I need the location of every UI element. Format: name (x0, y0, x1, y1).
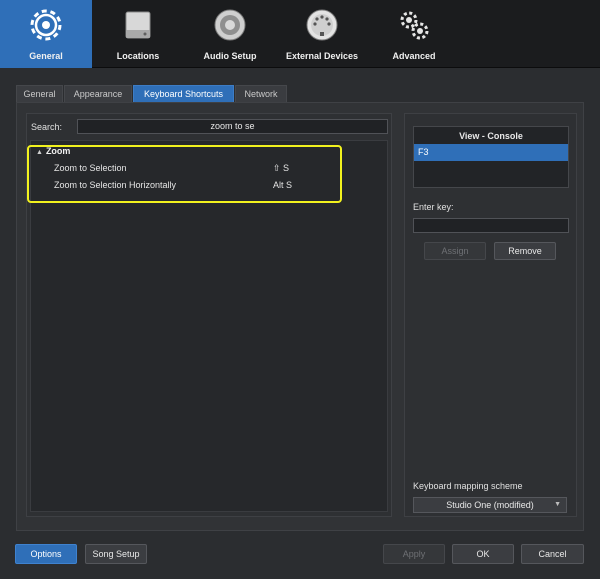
remove-button[interactable]: Remove (494, 242, 556, 260)
toolbar-external-devices-label: External Devices (285, 51, 359, 61)
keyboard-mapping-label: Keyboard mapping scheme (413, 481, 523, 491)
tab-keyboard-shortcuts[interactable]: Keyboard Shortcuts (133, 85, 234, 102)
keyboard-mapping-value: Studio One (modified) (446, 500, 534, 510)
toolbar-general-label: General (29, 51, 63, 61)
options-button[interactable]: Options (15, 544, 77, 564)
ok-button[interactable]: OK (452, 544, 514, 564)
toolbar-external-devices[interactable]: External Devices (276, 0, 368, 68)
toolbar-general[interactable]: General (0, 0, 92, 68)
assigned-key-item[interactable]: F3 (414, 144, 568, 161)
cancel-button[interactable]: Cancel (521, 544, 584, 564)
toolbar-locations-label: Locations (116, 51, 160, 61)
speaker-icon (214, 9, 246, 41)
search-input[interactable]: zoom to se (77, 119, 388, 134)
apply-button[interactable]: Apply (383, 544, 445, 564)
toolbar-audio-setup[interactable]: Audio Setup (184, 0, 276, 68)
context-title: View - Console (459, 131, 523, 141)
chevron-down-icon: ▼ (554, 501, 561, 508)
search-label: Search: (31, 122, 63, 132)
keyboard-mapping-select[interactable]: Studio One (modified) ▼ (413, 497, 567, 513)
toolbar-advanced-label: Advanced (392, 51, 436, 61)
gears-icon (400, 11, 429, 40)
context-list[interactable]: View - Console F3 (413, 126, 569, 188)
drive-icon (125, 11, 151, 39)
enter-key-input[interactable] (413, 218, 569, 233)
toolbar-advanced[interactable]: Advanced (368, 0, 460, 68)
assign-button[interactable]: Assign (424, 242, 486, 260)
song-setup-button[interactable]: Song Setup (85, 544, 147, 564)
preferences-toolbar: General Locations Audio Setup External D… (0, 0, 600, 68)
tab-network[interactable]: Network (235, 85, 287, 102)
toolbar-audio-setup-label: Audio Setup (203, 51, 257, 61)
enter-key-label: Enter key: (413, 202, 454, 212)
midi-port-icon (306, 9, 338, 41)
tab-appearance[interactable]: Appearance (64, 85, 132, 102)
toolbar-locations[interactable]: Locations (92, 0, 184, 68)
gear-icon (30, 9, 62, 41)
tab-general[interactable]: General (16, 85, 63, 102)
highlight-annotation-box (27, 145, 342, 203)
